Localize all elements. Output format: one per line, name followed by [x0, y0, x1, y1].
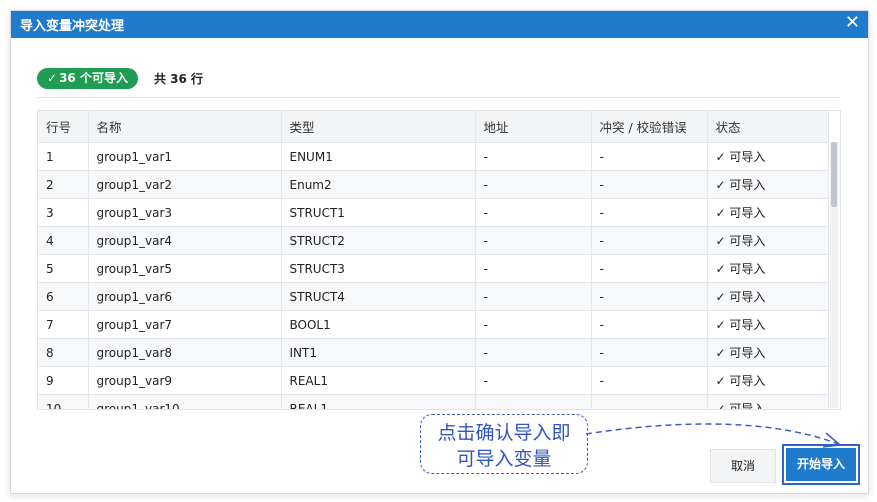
annotation-arrow [585, 423, 842, 448]
